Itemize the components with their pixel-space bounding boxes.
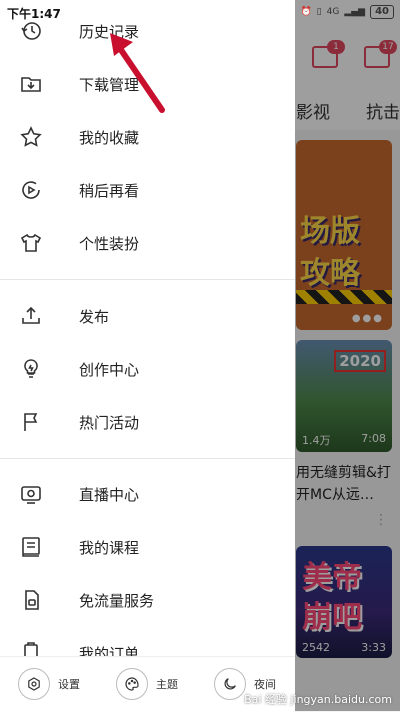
vibrate-icon: ▯ bbox=[316, 7, 322, 17]
course-book-icon bbox=[19, 535, 43, 559]
download-folder-icon bbox=[19, 72, 43, 96]
menu-item-creator-center[interactable]: 创作中心 bbox=[0, 344, 295, 394]
menu-item-favorites[interactable]: 我的收藏 bbox=[0, 112, 295, 162]
side-drawer: 历史记录 下载管理 我的收藏 稍后再看 个性装扮 发布 创作中心 热门活动 直播… bbox=[0, 0, 295, 712]
night-label: 夜间 bbox=[254, 678, 276, 691]
network-label: 4G bbox=[326, 7, 340, 17]
lightbulb-icon bbox=[19, 357, 43, 381]
star-icon bbox=[19, 125, 43, 149]
moon-icon bbox=[214, 668, 246, 700]
palette-icon bbox=[116, 668, 148, 700]
menu-divider bbox=[0, 279, 295, 280]
menu-item-events[interactable]: 热门活动 bbox=[0, 397, 295, 447]
menu-item-downloads[interactable]: 下载管理 bbox=[0, 59, 295, 109]
upload-icon bbox=[19, 304, 43, 328]
status-time: 下午1:47 bbox=[7, 7, 61, 21]
battery-level: 40 bbox=[370, 5, 394, 19]
settings-button[interactable]: 设置 bbox=[18, 668, 80, 700]
live-tv-icon bbox=[19, 482, 43, 506]
watermark: Bai 经验 jingyan.baidu.com bbox=[244, 693, 392, 706]
menu-item-label: 热门活动 bbox=[79, 413, 140, 432]
menu-item-label: 稍后再看 bbox=[79, 181, 140, 200]
watch-later-icon bbox=[19, 178, 43, 202]
menu-item-courses[interactable]: 我的课程 bbox=[0, 522, 295, 572]
flag-icon bbox=[19, 410, 43, 434]
menu-item-label: 我的收藏 bbox=[79, 128, 140, 147]
menu-divider bbox=[0, 458, 295, 459]
sim-card-icon bbox=[19, 588, 43, 612]
status-bar: 下午1:47 ⏰ ▯ 4G ▂▄▆ 40 bbox=[0, 0, 400, 26]
gear-icon bbox=[18, 668, 50, 700]
alarm-icon: ⏰ bbox=[300, 7, 312, 17]
signal-icon: ▂▄▆ bbox=[344, 7, 366, 17]
theme-label: 主题 bbox=[156, 678, 178, 691]
menu-item-publish[interactable]: 发布 bbox=[0, 291, 295, 341]
theme-button[interactable]: 主题 bbox=[116, 668, 178, 700]
menu-item-dressup[interactable]: 个性装扮 bbox=[0, 218, 295, 268]
menu-item-label: 下载管理 bbox=[79, 75, 140, 94]
menu-item-label: 我的课程 bbox=[79, 538, 140, 557]
menu-item-free-data[interactable]: 免流量服务 bbox=[0, 575, 295, 625]
status-icons: ⏰ ▯ 4G ▂▄▆ 40 bbox=[300, 5, 394, 19]
shirt-icon bbox=[19, 231, 43, 255]
menu-item-watch-later[interactable]: 稍后再看 bbox=[0, 165, 295, 215]
menu-item-label: 发布 bbox=[79, 307, 110, 326]
menu-item-label: 创作中心 bbox=[79, 360, 140, 379]
settings-label: 设置 bbox=[58, 678, 80, 691]
menu-item-label: 直播中心 bbox=[79, 485, 140, 504]
menu-item-label: 免流量服务 bbox=[79, 591, 155, 610]
menu-item-label: 个性装扮 bbox=[79, 234, 140, 253]
menu-item-live-center[interactable]: 直播中心 bbox=[0, 469, 295, 519]
